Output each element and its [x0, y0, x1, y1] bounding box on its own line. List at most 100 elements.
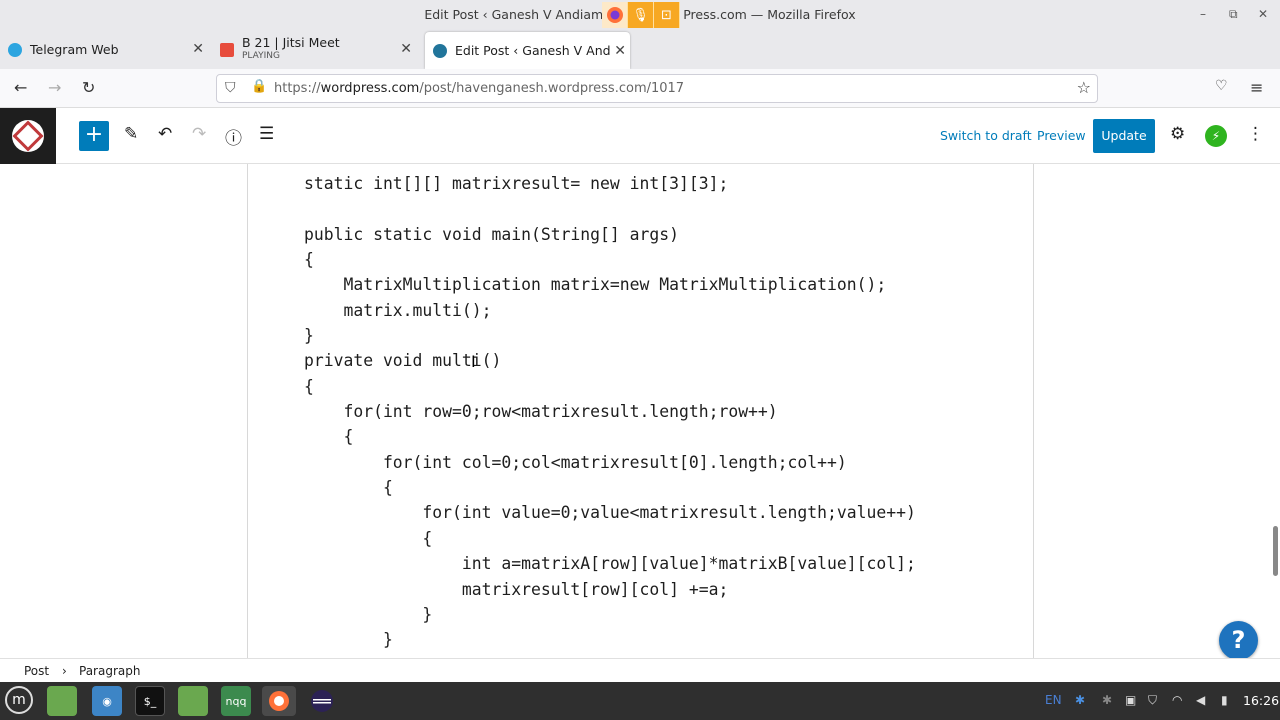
apps-icon[interactable]: nqq: [221, 686, 251, 716]
code-line[interactable]: for(int row=0;row<matrixresult.length;ro…: [304, 399, 916, 424]
redo-icon[interactable]: ↷: [192, 124, 206, 144]
block-breadcrumb: Post › Paragraph: [0, 658, 1280, 682]
bluetooth-off-icon[interactable]: ✱: [1102, 693, 1112, 707]
bluetooth-icon[interactable]: ✱: [1075, 693, 1085, 707]
shield-tray-icon[interactable]: ⛉: [1148, 693, 1157, 708]
microphone-icon: 🎙: [628, 2, 654, 28]
code-line[interactable]: {: [304, 374, 916, 399]
code-line[interactable]: }: [304, 602, 916, 627]
url-prefix: https://: [274, 81, 321, 96]
url-bar[interactable]: ⛉ 🔒 https://wordpress.com/post/havengane…: [216, 74, 1098, 103]
tab-jitsi[interactable]: B 21 | Jitsi Meet PLAYING ✕: [220, 30, 416, 69]
close-tab-icon[interactable]: ✕: [400, 41, 412, 57]
tab-label: B 21 | Jitsi Meet: [242, 35, 340, 50]
tab-label: Edit Post ‹ Ganesh V Andiam: [455, 43, 610, 58]
reload-button[interactable]: ↻: [82, 78, 95, 97]
navigation-bar: ← → ↻ ⛉ 🔒 https://wordpress.com/post/hav…: [0, 69, 1280, 108]
list-view-icon[interactable]: ☰: [259, 124, 274, 144]
volume-icon[interactable]: ◀: [1196, 693, 1205, 707]
add-block-button[interactable]: +: [79, 121, 109, 151]
window-titlebar: Edit Post ‹ Ganesh V Andiam Press.com — M…: [0, 0, 1280, 30]
jetpack-icon[interactable]: ⚡: [1205, 125, 1227, 147]
code-line[interactable]: for(int value=0;value<matrixresult.lengt…: [304, 500, 915, 525]
tab-label: Telegram Web: [30, 42, 119, 57]
settings-gear-icon[interactable]: ⚙: [1170, 124, 1185, 144]
mint-menu-icon[interactable]: m: [5, 686, 33, 714]
breadcrumb-separator: ›: [62, 664, 67, 678]
keyboard-layout[interactable]: EN: [1045, 693, 1062, 707]
code-line[interactable]: }: [304, 627, 916, 652]
more-options-icon[interactable]: ⋮: [1247, 124, 1264, 144]
preview-button[interactable]: Preview: [1037, 128, 1086, 143]
forward-button[interactable]: →: [48, 78, 61, 97]
close-tab-icon[interactable]: ✕: [192, 41, 204, 57]
back-button[interactable]: ←: [14, 78, 27, 97]
editor-toolbar: + ✎ ↶ ↷ ⓘ ☰ Switch to draft Preview Upda…: [0, 108, 1280, 164]
eclipse-icon[interactable]: [307, 686, 337, 716]
tab-bar: Telegram Web ✕ B 21 | Jitsi Meet PLAYING…: [0, 30, 1280, 92]
code-line[interactable]: static int[][] matrixresult= new int[3][…: [304, 171, 916, 196]
wordpress-icon: [433, 43, 447, 58]
clock: 16:26: [1243, 693, 1280, 708]
window-title-suffix: Press.com — Mozilla Firefox: [683, 7, 856, 22]
url-domain: wordpress.com: [320, 81, 420, 96]
site-icon: [12, 120, 44, 152]
switch-to-draft-button[interactable]: Switch to draft: [940, 128, 1032, 143]
minimize-button[interactable]: –: [1200, 7, 1206, 21]
code-line[interactable]: {: [304, 526, 916, 551]
firefox-icon: [602, 2, 628, 28]
update-button[interactable]: Update: [1093, 119, 1155, 153]
code-line[interactable]: MatrixMultiplication matrix=new MatrixMu…: [304, 272, 916, 297]
breadcrumb-post[interactable]: Post: [24, 664, 49, 678]
code-line[interactable]: {: [304, 475, 916, 500]
telegram-icon: [8, 42, 22, 57]
clipboard-icon[interactable]: ▣: [1125, 693, 1136, 707]
tab-audio-status: PLAYING: [242, 51, 280, 61]
system-taskbar: m ◉ $_ nqq EN ✱ ✱ ▣ ⛉ ◠ ◀ ▮ 16:26: [0, 682, 1280, 720]
maximize-button[interactable]: ⧉: [1229, 7, 1238, 22]
jitsi-icon: [220, 42, 234, 57]
sharing-indicator[interactable]: 🎙 ⊡: [602, 2, 680, 28]
shield-icon[interactable]: ⛉: [225, 80, 236, 96]
site-logo[interactable]: [0, 108, 56, 164]
lock-icon[interactable]: 🔒: [251, 79, 267, 94]
close-window-button[interactable]: ✕: [1258, 7, 1268, 21]
url-path: /post/havenganesh.wordpress.com/1017: [419, 81, 685, 96]
scrollbar[interactable]: [1273, 526, 1278, 576]
code-line[interactable]: for(int col=0;col<matrixresult[0].length…: [304, 450, 916, 475]
files-icon[interactable]: [178, 686, 208, 716]
breadcrumb-paragraph[interactable]: Paragraph: [79, 664, 140, 678]
code-line[interactable]: {: [304, 424, 916, 449]
code-line[interactable]: {: [304, 247, 916, 272]
wifi-icon[interactable]: ◠: [1172, 693, 1182, 707]
code-content[interactable]: static int[][] matrixresult= new int[3][…: [304, 164, 916, 653]
code-line[interactable]: matrixresult[row][col] +=a;: [304, 577, 916, 602]
tab-telegram[interactable]: Telegram Web ✕: [8, 30, 208, 69]
code-line[interactable]: matrix.multi();: [304, 298, 916, 323]
info-icon[interactable]: ⓘ: [225, 124, 242, 149]
code-block[interactable]: static int[][] matrixresult= new int[3][…: [247, 164, 1034, 658]
terminal-icon[interactable]: $_: [135, 686, 165, 716]
window-title-main: Edit Post ‹ Ganesh V Andiam: [424, 7, 604, 22]
battery-icon[interactable]: ▮: [1221, 693, 1228, 707]
help-button[interactable]: ?: [1219, 621, 1258, 658]
close-tab-icon[interactable]: ✕: [614, 43, 626, 59]
tab-wordpress[interactable]: Edit Post ‹ Ganesh V Andiam ✕: [425, 32, 630, 69]
firefox-taskbar-icon[interactable]: [262, 686, 296, 716]
menu-icon[interactable]: ≡: [1250, 78, 1263, 97]
bookmark-star-icon[interactable]: ☆: [1077, 78, 1091, 97]
edit-pencil-icon[interactable]: ✎: [124, 124, 138, 144]
editor-canvas: static int[][] matrixresult= new int[3][…: [0, 164, 1280, 658]
undo-icon[interactable]: ↶: [158, 124, 172, 144]
code-line[interactable]: [304, 196, 916, 221]
code-line[interactable]: private void multi(): [304, 348, 916, 373]
url-text[interactable]: https://wordpress.com/post/havenganesh.w…: [274, 81, 684, 96]
show-desktop-icon[interactable]: [47, 686, 77, 716]
text-cursor-icon: I: [471, 352, 476, 371]
code-line[interactable]: public static void main(String[] args): [304, 222, 916, 247]
code-line[interactable]: int a=matrixA[row][value]*matrixB[value]…: [304, 551, 916, 576]
screen-share-icon: ⊡: [654, 2, 680, 28]
screenshot-icon[interactable]: ◉: [92, 686, 122, 716]
code-line[interactable]: }: [304, 323, 916, 348]
pocket-icon[interactable]: ♡: [1215, 78, 1228, 94]
